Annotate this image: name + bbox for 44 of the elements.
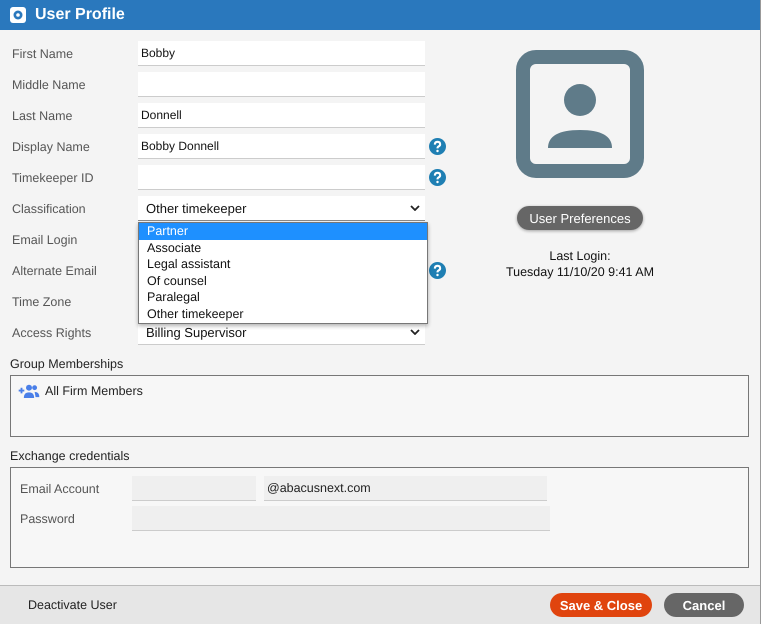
section-title: Group Memberships xyxy=(10,357,124,371)
field-label: Middle Name xyxy=(11,78,87,92)
user-preferences-button[interactable]: User Preferences xyxy=(517,206,643,230)
help-icon[interactable] xyxy=(429,138,446,155)
dropdown-option[interactable]: Legal assistant xyxy=(139,256,427,273)
dropdown-option[interactable]: Of counsel xyxy=(139,272,427,290)
text-field[interactable]: Bobby xyxy=(138,41,425,66)
save-close-button[interactable]: Save & Close xyxy=(550,593,652,617)
deactivate-user-button[interactable]: Deactivate User xyxy=(18,598,127,612)
text-field[interactable]: Bobby Donnell xyxy=(138,134,425,159)
window-title: User Profile xyxy=(35,6,125,24)
text-field[interactable]: Donnell xyxy=(138,103,425,128)
password-field[interactable] xyxy=(132,506,550,531)
user-avatar-icon xyxy=(516,50,644,178)
cancel-button[interactable]: Cancel xyxy=(664,593,744,617)
email-account-field[interactable] xyxy=(132,476,256,501)
field-label: Access Rights xyxy=(11,326,92,340)
caret-icon xyxy=(410,205,420,211)
caret-icon xyxy=(410,329,420,335)
field-label: Timekeeper ID xyxy=(11,170,95,184)
email-domain-field[interactable]: @abacusnext.com xyxy=(264,476,547,501)
field-label: Email Account xyxy=(20,482,100,496)
text-field[interactable] xyxy=(138,165,425,190)
settings-icon xyxy=(10,7,26,23)
dropdown-option[interactable]: Other timekeeper xyxy=(139,306,427,323)
field-label: Email Login xyxy=(11,232,78,246)
field-label: First Name xyxy=(11,46,74,60)
field-label: Classification xyxy=(11,202,87,216)
section-title: Exchange credentials xyxy=(10,449,131,463)
last-login-label: Last Login: xyxy=(549,248,611,264)
last-login-time: Tuesday 11/10/20 9:41 AM xyxy=(506,264,654,280)
text-field[interactable] xyxy=(138,72,425,97)
add-group-icon xyxy=(18,383,40,398)
dropdown-option[interactable]: Associate xyxy=(139,240,427,256)
field-label: Password xyxy=(20,512,76,526)
field-label: Display Name xyxy=(11,140,91,154)
dropdown-option[interactable]: Paralegal xyxy=(139,289,427,306)
group-name[interactable]: All Firm Members xyxy=(45,384,143,398)
field-label: Last Name xyxy=(11,108,74,122)
field-label: Alternate Email xyxy=(11,264,98,278)
field-label: Time Zone xyxy=(11,294,72,308)
help-icon[interactable] xyxy=(429,169,446,186)
select-field[interactable]: Other timekeeper xyxy=(138,196,425,221)
help-icon[interactable] xyxy=(429,262,446,279)
